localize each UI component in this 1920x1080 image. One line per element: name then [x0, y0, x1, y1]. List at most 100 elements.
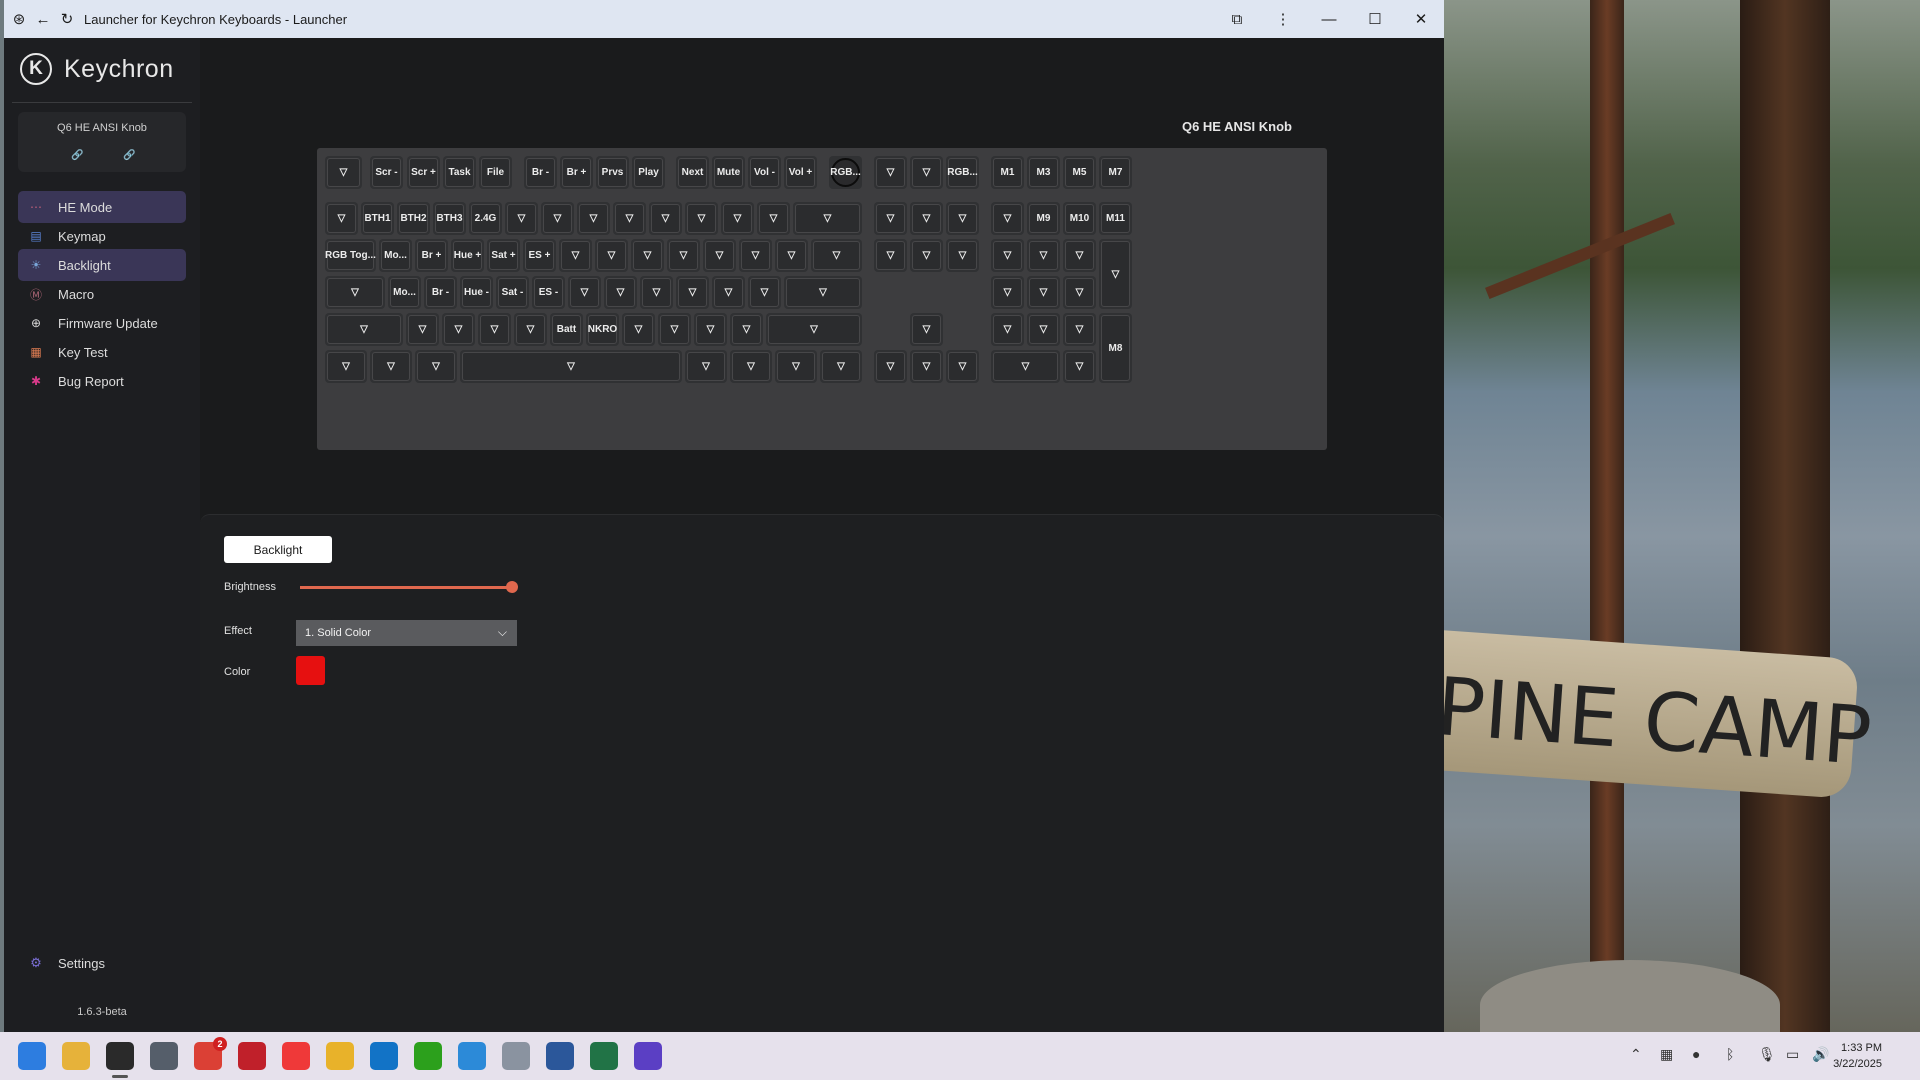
key-cap[interactable]: ▽ — [820, 350, 862, 383]
key-cap[interactable]: File — [479, 156, 512, 189]
key-cap[interactable]: Br + — [560, 156, 593, 189]
key-cap[interactable]: ▽ — [685, 202, 718, 235]
key-cap[interactable]: M9 — [1027, 202, 1060, 235]
key-cap[interactable]: M8 — [1099, 313, 1132, 383]
key-cap[interactable]: ▽ — [415, 350, 457, 383]
key-cap[interactable]: M10 — [1063, 202, 1096, 235]
key-cap[interactable]: ▽ — [505, 202, 538, 235]
key-cap[interactable]: Sat + — [487, 239, 520, 272]
excel-icon[interactable] — [590, 1042, 618, 1070]
chrome-icon[interactable] — [326, 1042, 354, 1070]
key-cap[interactable]: ▽ — [640, 276, 673, 309]
key-cap[interactable]: ▽ — [622, 313, 655, 346]
key-cap[interactable]: ▽ — [775, 350, 817, 383]
key-cap[interactable]: Prvs — [596, 156, 629, 189]
key-cap[interactable]: ▽ — [793, 202, 862, 235]
printer-icon[interactable] — [502, 1042, 530, 1070]
key-cap[interactable]: ▽ — [991, 276, 1024, 309]
effect-select[interactable]: 1. Solid Color ⌵ — [296, 620, 517, 646]
key-cap[interactable]: ▽ — [559, 239, 592, 272]
key-cap[interactable]: ▽ — [1063, 239, 1096, 272]
key-cap[interactable]: RGB Tog... — [325, 239, 376, 272]
key-cap[interactable]: ▽ — [910, 313, 943, 346]
microphone-icon[interactable]: 🎙 — [1758, 1046, 1776, 1063]
key-cap[interactable]: M1 — [991, 156, 1024, 189]
key-cap[interactable]: Br - — [424, 276, 457, 309]
key-cap[interactable]: ▽ — [406, 313, 439, 346]
back-icon[interactable]: ← — [34, 10, 52, 28]
key-cap[interactable]: ▽ — [577, 202, 610, 235]
outlook-icon[interactable] — [370, 1042, 398, 1070]
volume-icon[interactable]: 🔊 — [1812, 1046, 1829, 1063]
key-cap[interactable]: ▽ — [1027, 313, 1060, 346]
key-cap[interactable]: ▽ — [910, 156, 943, 189]
key-cap[interactable]: ▽ — [757, 202, 790, 235]
key-cap[interactable]: ▽ — [712, 276, 745, 309]
key-cap[interactable]: ▽ — [991, 202, 1024, 235]
key-cap[interactable]: ▽ — [766, 313, 862, 346]
key-cap[interactable]: ▽ — [442, 313, 475, 346]
key-cap[interactable]: ▽ — [748, 276, 781, 309]
sidebar-item-keymap[interactable]: ▤ Keymap — [18, 220, 186, 252]
tab-backlight[interactable]: Backlight — [224, 536, 332, 563]
bluetooth-icon[interactable]: ᛒ — [1726, 1046, 1734, 1062]
key-cap[interactable]: ▽ — [325, 313, 403, 346]
key-cap[interactable]: ▽ — [568, 276, 601, 309]
key-cap[interactable]: ▽ — [325, 276, 385, 309]
key-cap[interactable]: ▽ — [775, 239, 808, 272]
key-cap[interactable]: RGB... — [946, 156, 979, 189]
key-cap[interactable]: M5 — [1063, 156, 1096, 189]
sidebar-item-firmware-update[interactable]: ⊕ Firmware Update — [18, 307, 186, 339]
key-cap[interactable]: ▽ — [325, 350, 367, 383]
key-cap[interactable]: ▽ — [991, 313, 1024, 346]
key-cap[interactable]: ▽ — [658, 313, 691, 346]
quickbooks-icon[interactable] — [414, 1042, 442, 1070]
minimize-button[interactable]: — — [1306, 11, 1352, 28]
key-cap[interactable]: ▽ — [910, 202, 943, 235]
maximize-button[interactable]: ☐ — [1352, 10, 1398, 28]
brightness-slider-thumb[interactable] — [506, 581, 518, 593]
key-cap[interactable]: ▽ — [478, 313, 511, 346]
key-cap[interactable]: ▽ — [874, 202, 907, 235]
screen-recorder-icon[interactable] — [634, 1042, 662, 1070]
word-icon[interactable] — [546, 1042, 574, 1070]
key-cap[interactable]: ES + — [523, 239, 556, 272]
key-cap[interactable]: ▽ — [946, 239, 979, 272]
key-cap[interactable]: ▽ — [946, 202, 979, 235]
key-cap[interactable]: ▽ — [874, 350, 907, 383]
key-cap[interactable]: ▽ — [676, 276, 709, 309]
key-cap[interactable]: M3 — [1027, 156, 1060, 189]
key-cap[interactable]: ▽ — [685, 350, 727, 383]
key-cap[interactable]: ▽ — [991, 350, 1060, 383]
key-cap[interactable]: ▽ — [370, 350, 412, 383]
todoist-icon[interactable]: 2 — [194, 1037, 227, 1070]
key-cap[interactable]: BTH3 — [433, 202, 466, 235]
key-cap[interactable]: ▽ — [1027, 276, 1060, 309]
key-cap[interactable]: Next — [676, 156, 709, 189]
key-cap[interactable]: Br - — [524, 156, 557, 189]
key-cap[interactable]: ▽ — [703, 239, 736, 272]
link-icon[interactable]: 🔗 — [71, 150, 83, 161]
more-options-icon[interactable]: ⋮ — [1260, 10, 1306, 28]
key-cap[interactable]: 2.4G — [469, 202, 502, 235]
vivaldi-icon[interactable] — [282, 1042, 310, 1070]
key-cap[interactable]: ▽ — [910, 350, 943, 383]
key-cap[interactable]: ▽ — [325, 202, 358, 235]
key-cap[interactable]: ▽ — [613, 202, 646, 235]
key-cap[interactable]: Task — [443, 156, 476, 189]
extension-icon[interactable]: ⧉ — [1214, 11, 1260, 28]
key-cap[interactable]: ▽ — [874, 239, 907, 272]
key-cap[interactable]: Mute — [712, 156, 745, 189]
key-cap[interactable]: ▽ — [811, 239, 862, 272]
snipping-tool-icon[interactable] — [458, 1042, 486, 1070]
tray-color-icon[interactable]: ● — [1692, 1046, 1700, 1062]
key-cap[interactable]: BTH1 — [361, 202, 394, 235]
key-cap[interactable]: ▽ — [631, 239, 664, 272]
key-cap[interactable]: ▽ — [541, 202, 574, 235]
chevron-up-icon[interactable]: ⌃ — [1630, 1046, 1642, 1063]
key-cap[interactable]: Play — [632, 156, 665, 189]
key-cap[interactable]: ▽ — [1027, 239, 1060, 272]
key-cap[interactable]: ▽ — [784, 276, 862, 309]
sidebar-item-macro[interactable]: Ⓜ Macro — [18, 278, 186, 310]
key-cap[interactable]: ▽ — [514, 313, 547, 346]
